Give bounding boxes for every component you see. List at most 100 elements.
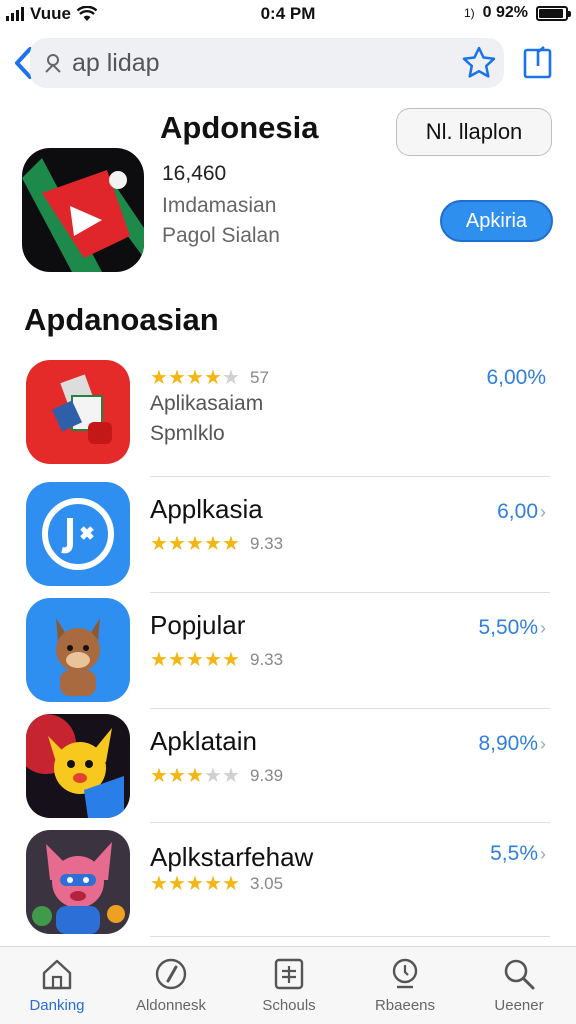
row-divider	[150, 822, 550, 823]
tab-ueener[interactable]: Ueener	[464, 957, 574, 1021]
section-title: Apdanoasian	[24, 302, 219, 337]
app-price[interactable]: 8,90% ›	[478, 732, 546, 756]
get-button[interactable]: Apkiria	[440, 200, 553, 242]
status-right: 1) 0 92%	[463, 4, 571, 22]
share-icon[interactable]	[522, 44, 554, 80]
star-rating: ★ ★ ★ ★ ★ 57	[150, 368, 269, 388]
tab-rbaeens[interactable]: Rbaeens	[350, 957, 460, 1021]
star-icon: ★	[222, 873, 240, 895]
tab-schouls[interactable]: Schouls	[234, 957, 344, 1021]
rating-value: 3.05	[250, 874, 284, 893]
featured-app-downloads: 16,460	[162, 162, 227, 185]
star-icon: ★	[204, 649, 222, 671]
tab-label: Aldonnesk	[135, 997, 207, 1014]
star-rating: ★ ★ ★ ★ ★ 9.39	[150, 766, 283, 786]
app-list-item[interactable]: Popjular ★ ★ ★ ★ ★ 9.33 5,50% ›	[0, 598, 576, 714]
search-bar[interactable]	[30, 38, 504, 88]
star-icon: ★	[150, 873, 168, 895]
app-detail: Spmlklo	[150, 422, 225, 445]
chevron-right-icon: ›	[540, 734, 546, 754]
tab-danking[interactable]: Danking	[2, 957, 112, 1021]
star-icon: ★	[186, 765, 204, 787]
star-icon: ★	[222, 765, 240, 787]
star-icon: ★	[186, 649, 204, 671]
search-icon	[504, 959, 535, 990]
star-icon: ★	[150, 533, 168, 555]
tab-label: Schouls	[262, 997, 316, 1014]
app-icon	[26, 360, 130, 464]
app-list-item[interactable]: ★ ★ ★ ★ ★ 57 Aplikasaiam Spmlklo 6,00%	[0, 360, 576, 476]
star-icon: ★	[204, 765, 222, 787]
star-icon: ★	[150, 649, 168, 671]
price-text: 6,00%	[486, 366, 546, 389]
price-text: 8,90%	[478, 732, 538, 755]
app-name: Applkasia	[150, 494, 263, 524]
star-icon: ★	[186, 533, 204, 555]
compass-icon	[155, 958, 187, 990]
app-icon	[26, 830, 130, 934]
battery-percent: 0 92%	[482, 4, 528, 21]
app-subtitle: Aplikasaiam	[150, 392, 264, 415]
tab-label: Rbaeens	[374, 997, 436, 1014]
star-icon: ★	[204, 533, 222, 555]
star-rating: ★ ★ ★ ★ ★ 3.05	[150, 874, 283, 894]
star-icon: ★	[186, 873, 204, 895]
status-indicator: 1)	[463, 6, 475, 20]
featured-app-developer: Pagol Sialan	[162, 224, 280, 247]
app-name: Aplkstarfehaw	[150, 842, 314, 872]
rating-value: 57	[250, 368, 269, 387]
search-person-icon	[392, 958, 418, 989]
row-divider	[150, 936, 550, 937]
featured-app-icon[interactable]	[22, 148, 144, 272]
app-list-item[interactable]: Apklatain ★ ★ ★ ★ ★ 9.39 8,90% ›	[0, 714, 576, 830]
chevron-right-icon: ›	[540, 502, 546, 522]
apps-icon	[274, 958, 304, 990]
featured-app-title: Apdonesia	[160, 110, 319, 145]
star-icon: ★	[222, 533, 240, 555]
app-price[interactable]: 6,00%	[486, 366, 546, 390]
app-price[interactable]: 6,00 ›	[497, 500, 546, 524]
star-icon: ★	[168, 765, 186, 787]
chevron-right-icon: ›	[540, 618, 546, 638]
favorite-star-icon[interactable]	[462, 46, 496, 78]
tab-label: Ueener	[494, 997, 544, 1014]
search-glyph-icon	[45, 54, 61, 73]
app-icon	[26, 482, 130, 586]
star-icon: ★	[222, 649, 240, 671]
star-rating: ★ ★ ★ ★ ★ 9.33	[150, 534, 283, 554]
row-divider	[150, 708, 550, 709]
star-icon: ★	[168, 533, 186, 555]
app-price[interactable]: 5,50% ›	[478, 616, 546, 640]
app-name: Apklatain	[150, 726, 257, 756]
chevron-right-icon: ›	[540, 844, 546, 864]
featured-app-category: Imdamasian	[162, 194, 277, 217]
rating-value: 9.33	[250, 534, 284, 553]
search-input[interactable]	[72, 48, 452, 78]
rating-value: 9.33	[250, 650, 284, 669]
tab-bar: Danking Aldonnesk Schouls Rbaeens Ueener	[0, 946, 576, 1024]
battery-icon	[536, 5, 571, 21]
home-icon	[42, 959, 72, 990]
star-icon: ★	[204, 873, 222, 895]
star-icon: ★	[186, 367, 204, 389]
open-button[interactable]: Nl. llaplon	[396, 108, 552, 156]
status-bar: Vuue 0:4 PM 1) 0 92%	[0, 0, 576, 28]
app-price[interactable]: 5,5% ›	[490, 842, 546, 866]
tab-aldonnesk[interactable]: Aldonnesk	[116, 957, 226, 1021]
row-divider	[150, 476, 550, 477]
tab-label: Danking	[29, 997, 85, 1014]
star-rating: ★ ★ ★ ★ ★ 9.33	[150, 650, 283, 670]
star-icon: ★	[222, 367, 240, 389]
star-icon: ★	[150, 367, 168, 389]
rating-value: 9.39	[250, 766, 284, 785]
star-icon: ★	[168, 367, 186, 389]
app-list-item[interactable]: Applkasia ★ ★ ★ ★ ★ 9.33 6,00 ›	[0, 482, 576, 598]
star-icon: ★	[168, 649, 186, 671]
star-icon: ★	[204, 367, 222, 389]
row-divider	[150, 592, 550, 593]
star-icon: ★	[168, 873, 186, 895]
app-list-item[interactable]: Aplkstarfehaw ★ ★ ★ ★ ★ 3.05 5,5% ›	[0, 830, 576, 946]
app-icon	[26, 598, 130, 702]
price-text: 5,5%	[490, 842, 538, 865]
star-icon: ★	[150, 765, 168, 787]
